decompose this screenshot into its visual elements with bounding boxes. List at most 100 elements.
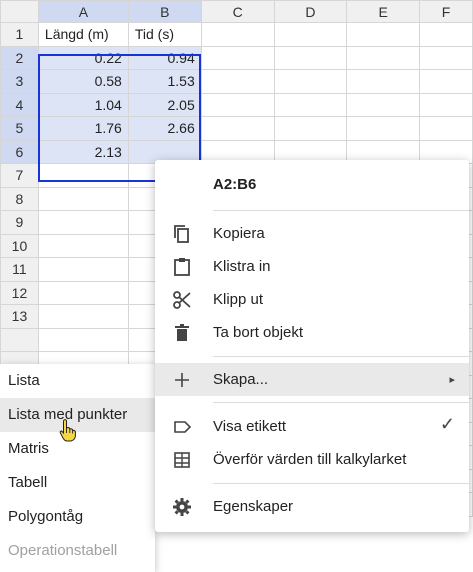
cell[interactable] xyxy=(346,45,421,70)
cell[interactable] xyxy=(37,280,129,305)
column-header-a[interactable]: A xyxy=(37,0,129,23)
context-menu-title: A2:B6 xyxy=(213,176,257,193)
row-header[interactable]: 7 xyxy=(0,163,39,188)
column-header-f[interactable]: F xyxy=(419,0,473,23)
cell[interactable] xyxy=(346,22,421,47)
cell[interactable] xyxy=(419,116,473,141)
hand-cursor-icon xyxy=(59,419,76,442)
cell[interactable] xyxy=(346,69,421,94)
show-label-text: Visa etikett xyxy=(213,418,287,435)
column-header-row: A B C D E F xyxy=(0,0,473,23)
cell[interactable] xyxy=(200,69,275,94)
copy-menu-item[interactable]: Kopiera xyxy=(155,217,469,250)
cell[interactable] xyxy=(419,69,473,94)
menu-divider xyxy=(213,210,469,211)
row-header[interactable]: 6 xyxy=(0,139,39,164)
row-header[interactable]: 11 xyxy=(0,257,39,282)
paste-menu-item[interactable]: Klistra in xyxy=(155,250,469,283)
scissors-icon xyxy=(171,289,193,311)
cell-a3[interactable]: 0.58 xyxy=(37,69,129,94)
cell[interactable] xyxy=(37,163,129,188)
delete-label: Ta bort objekt xyxy=(213,324,304,341)
cell[interactable] xyxy=(419,45,473,70)
cell-b3[interactable]: 1.53 xyxy=(127,69,202,94)
delete-menu-item[interactable]: Ta bort objekt xyxy=(155,316,469,349)
grid-row: 5 1.76 2.66 xyxy=(0,116,473,141)
menu-divider xyxy=(213,356,469,357)
grid-row: 1 Längd (m) Tid (s) xyxy=(0,22,473,47)
cell[interactable] xyxy=(200,116,275,141)
column-header-c[interactable]: C xyxy=(200,0,275,23)
transfer-values-menu-item[interactable]: Överför värden till kalkylarket xyxy=(155,443,469,476)
row-header[interactable]: 2 xyxy=(0,45,39,70)
cell-b1[interactable]: Tid (s) xyxy=(127,22,202,47)
trash-icon xyxy=(171,322,193,344)
paste-label: Klistra in xyxy=(213,258,271,275)
row-header[interactable]: 4 xyxy=(0,92,39,117)
submenu-item-operation-table: Operationstabell xyxy=(8,542,118,559)
cell[interactable] xyxy=(37,327,129,352)
cell[interactable] xyxy=(346,116,421,141)
create-submenu: Lista Lista med punkter Matris Tabell Po… xyxy=(0,364,155,572)
create-menu-item[interactable]: Skapa... ▸ xyxy=(155,363,469,396)
cell-a1[interactable]: Längd (m) xyxy=(37,22,129,47)
plus-icon xyxy=(171,369,193,391)
cell-a2[interactable]: 0.22 xyxy=(37,45,129,70)
cell-a6[interactable]: 2.13 xyxy=(37,139,129,164)
cell[interactable] xyxy=(200,45,275,70)
copy-label: Kopiera xyxy=(213,225,265,242)
corner-cell[interactable] xyxy=(0,0,39,23)
cell[interactable] xyxy=(273,22,348,47)
table-grid-icon xyxy=(171,449,193,471)
submenu-arrow-icon: ▸ xyxy=(449,374,455,386)
row-header[interactable]: 13 xyxy=(0,304,39,329)
menu-divider xyxy=(213,483,469,484)
properties-label: Egenskaper xyxy=(213,498,294,515)
cut-menu-item[interactable]: Klipp ut xyxy=(155,283,469,316)
checkmark-icon: ✓ xyxy=(439,414,455,434)
gear-icon xyxy=(171,496,193,518)
paste-icon xyxy=(171,256,193,278)
cell-b2[interactable]: 0.94 xyxy=(127,45,202,70)
submenu-item-table[interactable]: Tabell xyxy=(0,466,155,500)
row-header[interactable]: 3 xyxy=(0,69,39,94)
row-header[interactable]: 10 xyxy=(0,233,39,258)
column-header-e[interactable]: E xyxy=(346,0,421,23)
grid-row: 3 0.58 1.53 xyxy=(0,69,473,94)
cell[interactable] xyxy=(273,92,348,117)
label-tag-icon xyxy=(171,416,193,438)
row-header[interactable]: 9 xyxy=(0,210,39,235)
cell[interactable] xyxy=(273,116,348,141)
cell[interactable] xyxy=(273,69,348,94)
row-header[interactable]: 5 xyxy=(0,116,39,141)
grid-row: 4 1.04 2.05 xyxy=(0,92,473,117)
cell[interactable] xyxy=(200,22,275,47)
cell[interactable] xyxy=(37,186,129,211)
cell[interactable] xyxy=(37,257,129,282)
cell-a4[interactable]: 1.04 xyxy=(37,92,129,117)
row-header[interactable]: 8 xyxy=(0,186,39,211)
row-header[interactable] xyxy=(0,327,39,352)
create-label: Skapa... xyxy=(213,371,269,388)
cell[interactable] xyxy=(37,304,129,329)
submenu-item-list[interactable]: Lista xyxy=(0,364,155,398)
cell[interactable] xyxy=(273,45,348,70)
row-header[interactable]: 1 xyxy=(0,22,39,47)
cell-b4[interactable]: 2.05 xyxy=(127,92,202,117)
copy-icon xyxy=(171,223,193,245)
cell[interactable] xyxy=(37,233,129,258)
properties-menu-item[interactable]: Egenskaper xyxy=(155,490,469,523)
cell-b5[interactable]: 2.66 xyxy=(127,116,202,141)
show-label-menu-item[interactable]: Visa etikett ✓ xyxy=(155,410,469,443)
cell[interactable] xyxy=(346,92,421,117)
cell[interactable] xyxy=(419,22,473,47)
cell[interactable] xyxy=(37,210,129,235)
row-header[interactable]: 12 xyxy=(0,280,39,305)
submenu-item-polyline[interactable]: Polygontåg xyxy=(0,500,155,534)
column-header-d[interactable]: D xyxy=(273,0,348,23)
grid-row: 2 0.22 0.94 xyxy=(0,45,473,70)
cell[interactable] xyxy=(419,92,473,117)
cell-a5[interactable]: 1.76 xyxy=(37,116,129,141)
column-header-b[interactable]: B xyxy=(127,0,202,23)
cell[interactable] xyxy=(200,92,275,117)
